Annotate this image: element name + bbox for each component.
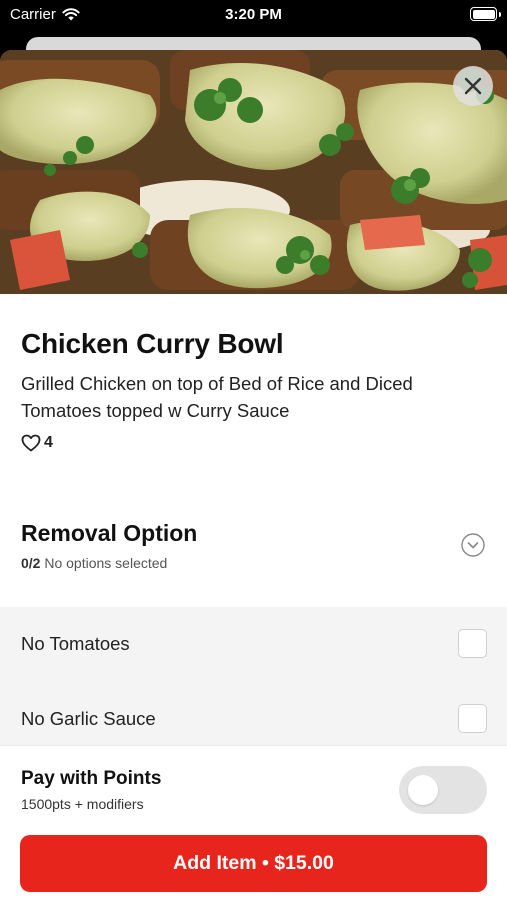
close-icon — [464, 77, 482, 95]
selection-count: 0/2 — [21, 555, 41, 571]
food-photo — [0, 50, 507, 294]
status-bar: Carrier 3:20 PM — [0, 0, 507, 30]
order-footer: Pay with Points 1500pts + modifiers Add … — [0, 745, 507, 900]
removal-option-list: No Tomatoes No Garlic Sauce — [0, 607, 507, 767]
heart-icon — [21, 434, 41, 452]
option-label: No Garlic Sauce — [21, 708, 156, 729]
pay-with-points-subtitle: 1500pts + modifiers — [21, 796, 144, 812]
food-photo-illustration — [0, 50, 507, 294]
chevron-down-circle-icon — [461, 533, 485, 557]
likes-count: 4 — [44, 434, 53, 451]
selection-status: No options selected — [44, 555, 168, 571]
item-title: Chicken Curry Bowl — [21, 328, 284, 359]
likes-button[interactable]: 4 — [21, 434, 53, 452]
add-item-button[interactable]: Add Item • $15.00 — [20, 835, 487, 892]
option-checkbox[interactable] — [458, 704, 487, 733]
toggle-knob — [408, 775, 438, 805]
close-button[interactable] — [453, 66, 493, 106]
item-description: Grilled Chicken on top of Bed of Rice an… — [21, 373, 413, 421]
option-label: No Tomatoes — [21, 633, 130, 654]
clock: 3:20 PM — [225, 6, 282, 23]
option-checkbox[interactable] — [458, 629, 487, 658]
removal-option-status: 0/2 No options selected — [21, 555, 167, 571]
option-row-no-tomatoes[interactable]: No Tomatoes — [0, 607, 507, 682]
item-detail-sheet: Chicken Curry Bowl Grilled Chicken on to… — [0, 50, 507, 900]
battery-icon — [470, 7, 501, 21]
pay-with-points-title: Pay with Points — [21, 768, 162, 789]
pay-with-points-toggle[interactable] — [399, 766, 487, 814]
removal-option-title: Removal Option — [21, 520, 198, 546]
collapse-toggle[interactable] — [461, 533, 485, 557]
